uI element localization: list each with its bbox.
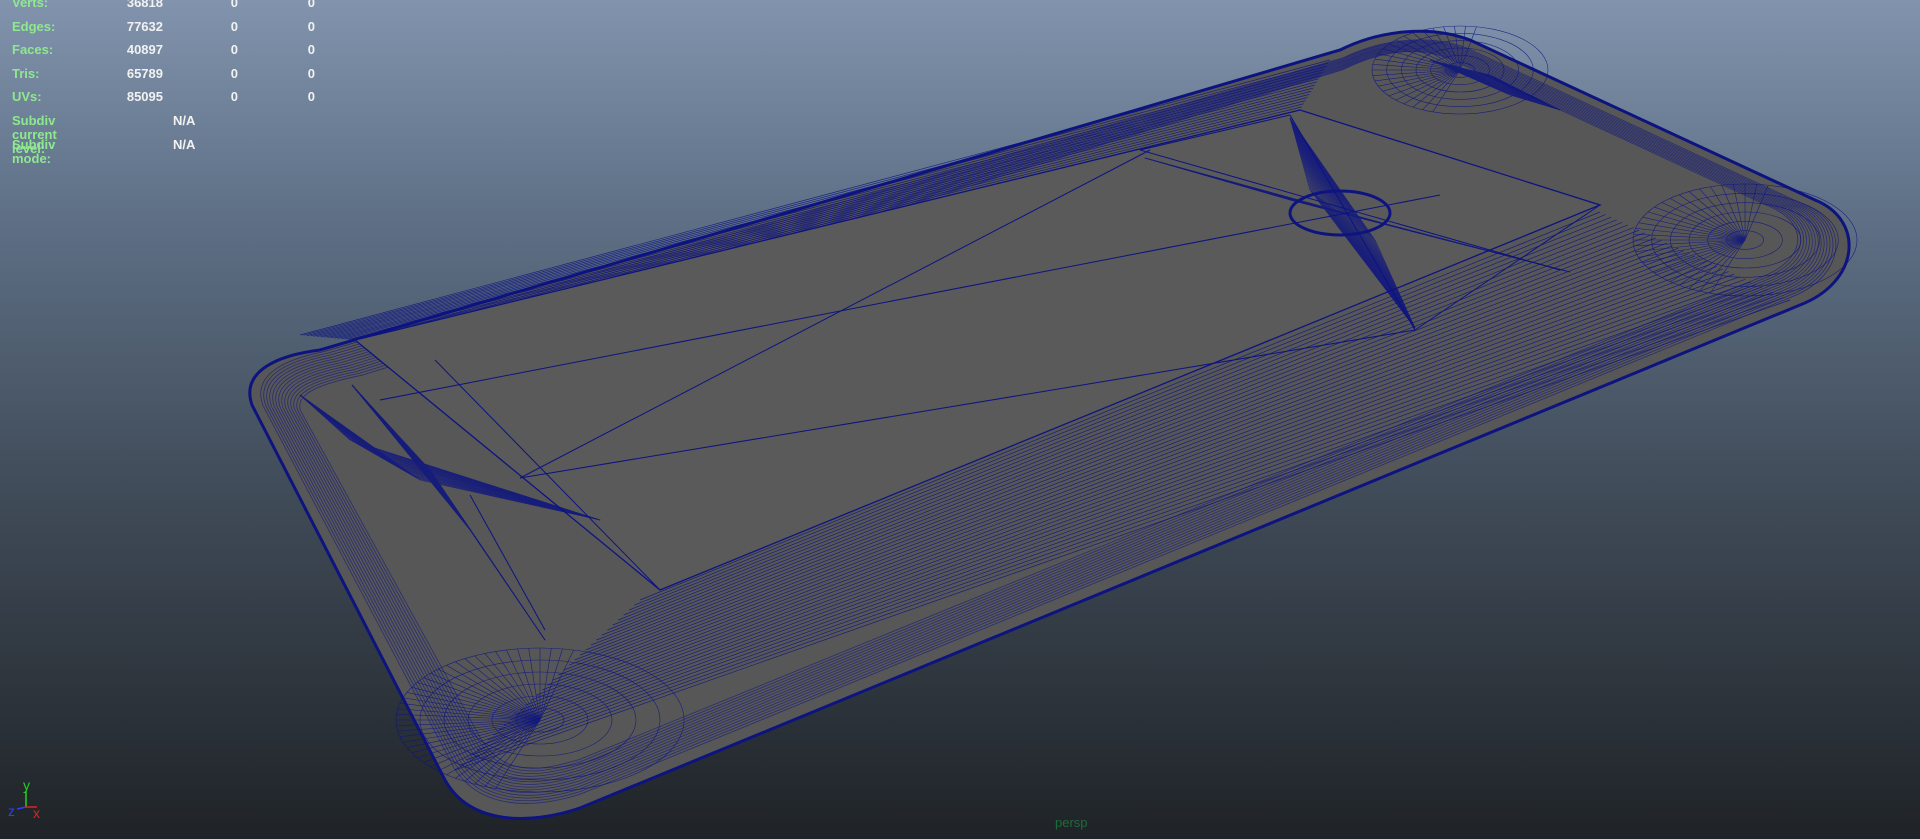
edges-value: 77632 <box>126 18 163 34</box>
uvs-label: UVs: <box>12 89 42 105</box>
subdiv-mode-value: N/A <box>173 136 196 152</box>
perspective-viewport[interactable] <box>0 0 1920 839</box>
z-axis-label: z <box>8 803 15 819</box>
tris-selected-value: 0 <box>230 65 238 81</box>
camera-name-label: persp <box>1055 815 1088 830</box>
tris-label: Tris: <box>12 65 40 81</box>
edges-extra-value: 0 <box>307 18 315 34</box>
tris-extra-value: 0 <box>307 65 315 81</box>
verts-label: Verts: <box>12 0 49 10</box>
view-axis-gizmo: y x z <box>8 777 40 821</box>
edges-label: Edges: <box>12 18 56 34</box>
faces-extra-value: 0 <box>307 42 315 58</box>
uvs-extra-value: 0 <box>307 89 315 105</box>
verts-extra-value: 0 <box>307 0 315 10</box>
uvs-selected-value: 0 <box>230 89 238 105</box>
verts-selected-value: 0 <box>230 0 238 10</box>
phone-wireframe-model[interactable] <box>248 25 1858 820</box>
y-axis-label: y <box>23 777 30 793</box>
faces-value: 40897 <box>126 42 163 58</box>
x-axis-label: x <box>33 805 40 821</box>
edges-selected-value: 0 <box>230 18 238 34</box>
uvs-value: 85095 <box>126 89 163 105</box>
subdiv-level-value: N/A <box>173 112 196 128</box>
faces-label: Faces: <box>12 42 54 58</box>
faces-selected-value: 0 <box>230 42 238 58</box>
subdiv-mode-label: Subdiv mode: <box>12 136 56 166</box>
verts-value: 36818 <box>126 0 163 10</box>
z-axis-line <box>16 806 27 810</box>
tris-value: 65789 <box>126 65 163 81</box>
